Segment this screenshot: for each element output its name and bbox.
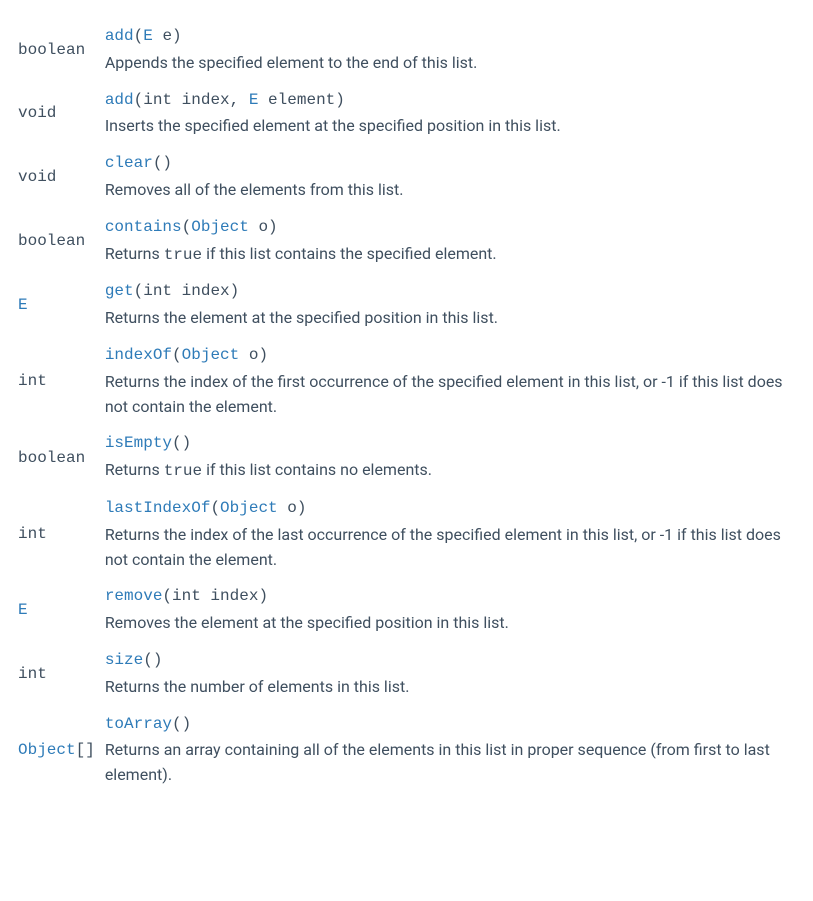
return-type-cell: Object[] — [18, 706, 105, 794]
method-description: Removes the element at the specified pos… — [105, 611, 795, 636]
method-description: Appends the specified element to the end… — [105, 51, 795, 76]
type-link-Object[interactable]: Object — [220, 499, 278, 517]
method-row: Eremove(int index)Removes the element at… — [18, 578, 795, 642]
method-description: Returns the number of elements in this l… — [105, 675, 795, 700]
method-signature: contains(Object o) — [105, 215, 795, 240]
method-link-toArray[interactable]: toArray — [105, 715, 172, 733]
return-type-cell: boolean — [18, 425, 105, 490]
method-description: Returns the element at the specified pos… — [105, 306, 795, 331]
method-link-size[interactable]: size — [105, 651, 143, 669]
return-type-cell: boolean — [18, 209, 105, 274]
method-summary-table: booleanadd(E e)Appends the specified ele… — [18, 18, 795, 794]
type-link-E[interactable]: E — [18, 601, 28, 619]
method-link-get[interactable]: get — [105, 282, 134, 300]
return-type-cell: E — [18, 578, 105, 642]
type-link-Object[interactable]: Object — [191, 218, 249, 236]
method-desc-cell: toArray()Returns an array containing all… — [105, 706, 795, 794]
method-row: intindexOf(Object o)Returns the index of… — [18, 337, 795, 425]
method-signature: lastIndexOf(Object o) — [105, 496, 795, 521]
return-type-cell: E — [18, 273, 105, 337]
method-description: Returns the index of the last occurrence… — [105, 523, 795, 573]
method-desc-cell: add(int index, E element)Inserts the spe… — [105, 82, 795, 146]
return-type-cell: int — [18, 490, 105, 578]
method-description: Removes all of the elements from this li… — [105, 178, 795, 203]
method-signature: clear() — [105, 151, 795, 176]
method-description: Returns the index of the first occurrenc… — [105, 370, 795, 420]
method-signature: remove(int index) — [105, 584, 795, 609]
method-link-add-index[interactable]: add — [105, 91, 134, 109]
method-row: booleancontains(Object o)Returns true if… — [18, 209, 795, 274]
method-desc-cell: clear()Removes all of the elements from … — [105, 145, 795, 209]
method-description: Returns an array containing all of the e… — [105, 738, 795, 788]
type-link-Object[interactable]: Object — [182, 346, 240, 364]
method-desc-cell: indexOf(Object o)Returns the index of th… — [105, 337, 795, 425]
return-type-cell: int — [18, 337, 105, 425]
method-desc-cell: get(int index)Returns the element at the… — [105, 273, 795, 337]
method-description: Inserts the specified element at the spe… — [105, 114, 795, 139]
method-signature: indexOf(Object o) — [105, 343, 795, 368]
return-type-cell: int — [18, 642, 105, 706]
method-desc-cell: add(E e)Appends the specified element to… — [105, 18, 795, 82]
type-link-E[interactable]: E — [249, 91, 259, 109]
method-row: voidadd(int index, E element)Inserts the… — [18, 82, 795, 146]
method-row: Object[]toArray()Returns an array contai… — [18, 706, 795, 794]
type-link-Object[interactable]: Object — [18, 741, 76, 759]
method-description: Returns true if this list contains the s… — [105, 242, 795, 268]
method-row: intlastIndexOf(Object o)Returns the inde… — [18, 490, 795, 578]
method-signature: add(int index, E element) — [105, 88, 795, 113]
method-signature: toArray() — [105, 712, 795, 737]
method-row: voidclear()Removes all of the elements f… — [18, 145, 795, 209]
return-type-cell: void — [18, 82, 105, 146]
return-type-cell: boolean — [18, 18, 105, 82]
type-link-E[interactable]: E — [18, 296, 28, 314]
method-row: booleanisEmpty()Returns true if this lis… — [18, 425, 795, 490]
method-link-add[interactable]: add — [105, 27, 134, 45]
method-link-clear[interactable]: clear — [105, 154, 153, 172]
method-desc-cell: isEmpty()Returns true if this list conta… — [105, 425, 795, 490]
method-signature: add(E e) — [105, 24, 795, 49]
method-link-isEmpty[interactable]: isEmpty — [105, 434, 172, 452]
method-signature: isEmpty() — [105, 431, 795, 456]
method-desc-cell: remove(int index)Removes the element at … — [105, 578, 795, 642]
type-link-E[interactable]: E — [143, 27, 153, 45]
method-description: Returns true if this list contains no el… — [105, 458, 795, 484]
method-row: Eget(int index)Returns the element at th… — [18, 273, 795, 337]
method-signature: size() — [105, 648, 795, 673]
method-row: intsize()Returns the number of elements … — [18, 642, 795, 706]
method-link-lastIndexOf[interactable]: lastIndexOf — [105, 499, 211, 517]
method-row: booleanadd(E e)Appends the specified ele… — [18, 18, 795, 82]
method-desc-cell: lastIndexOf(Object o)Returns the index o… — [105, 490, 795, 578]
method-signature: get(int index) — [105, 279, 795, 304]
method-desc-cell: contains(Object o)Returns true if this l… — [105, 209, 795, 274]
method-link-contains[interactable]: contains — [105, 218, 182, 236]
method-link-indexOf[interactable]: indexOf — [105, 346, 172, 364]
return-type-cell: void — [18, 145, 105, 209]
method-desc-cell: size()Returns the number of elements in … — [105, 642, 795, 706]
method-link-remove[interactable]: remove — [105, 587, 163, 605]
